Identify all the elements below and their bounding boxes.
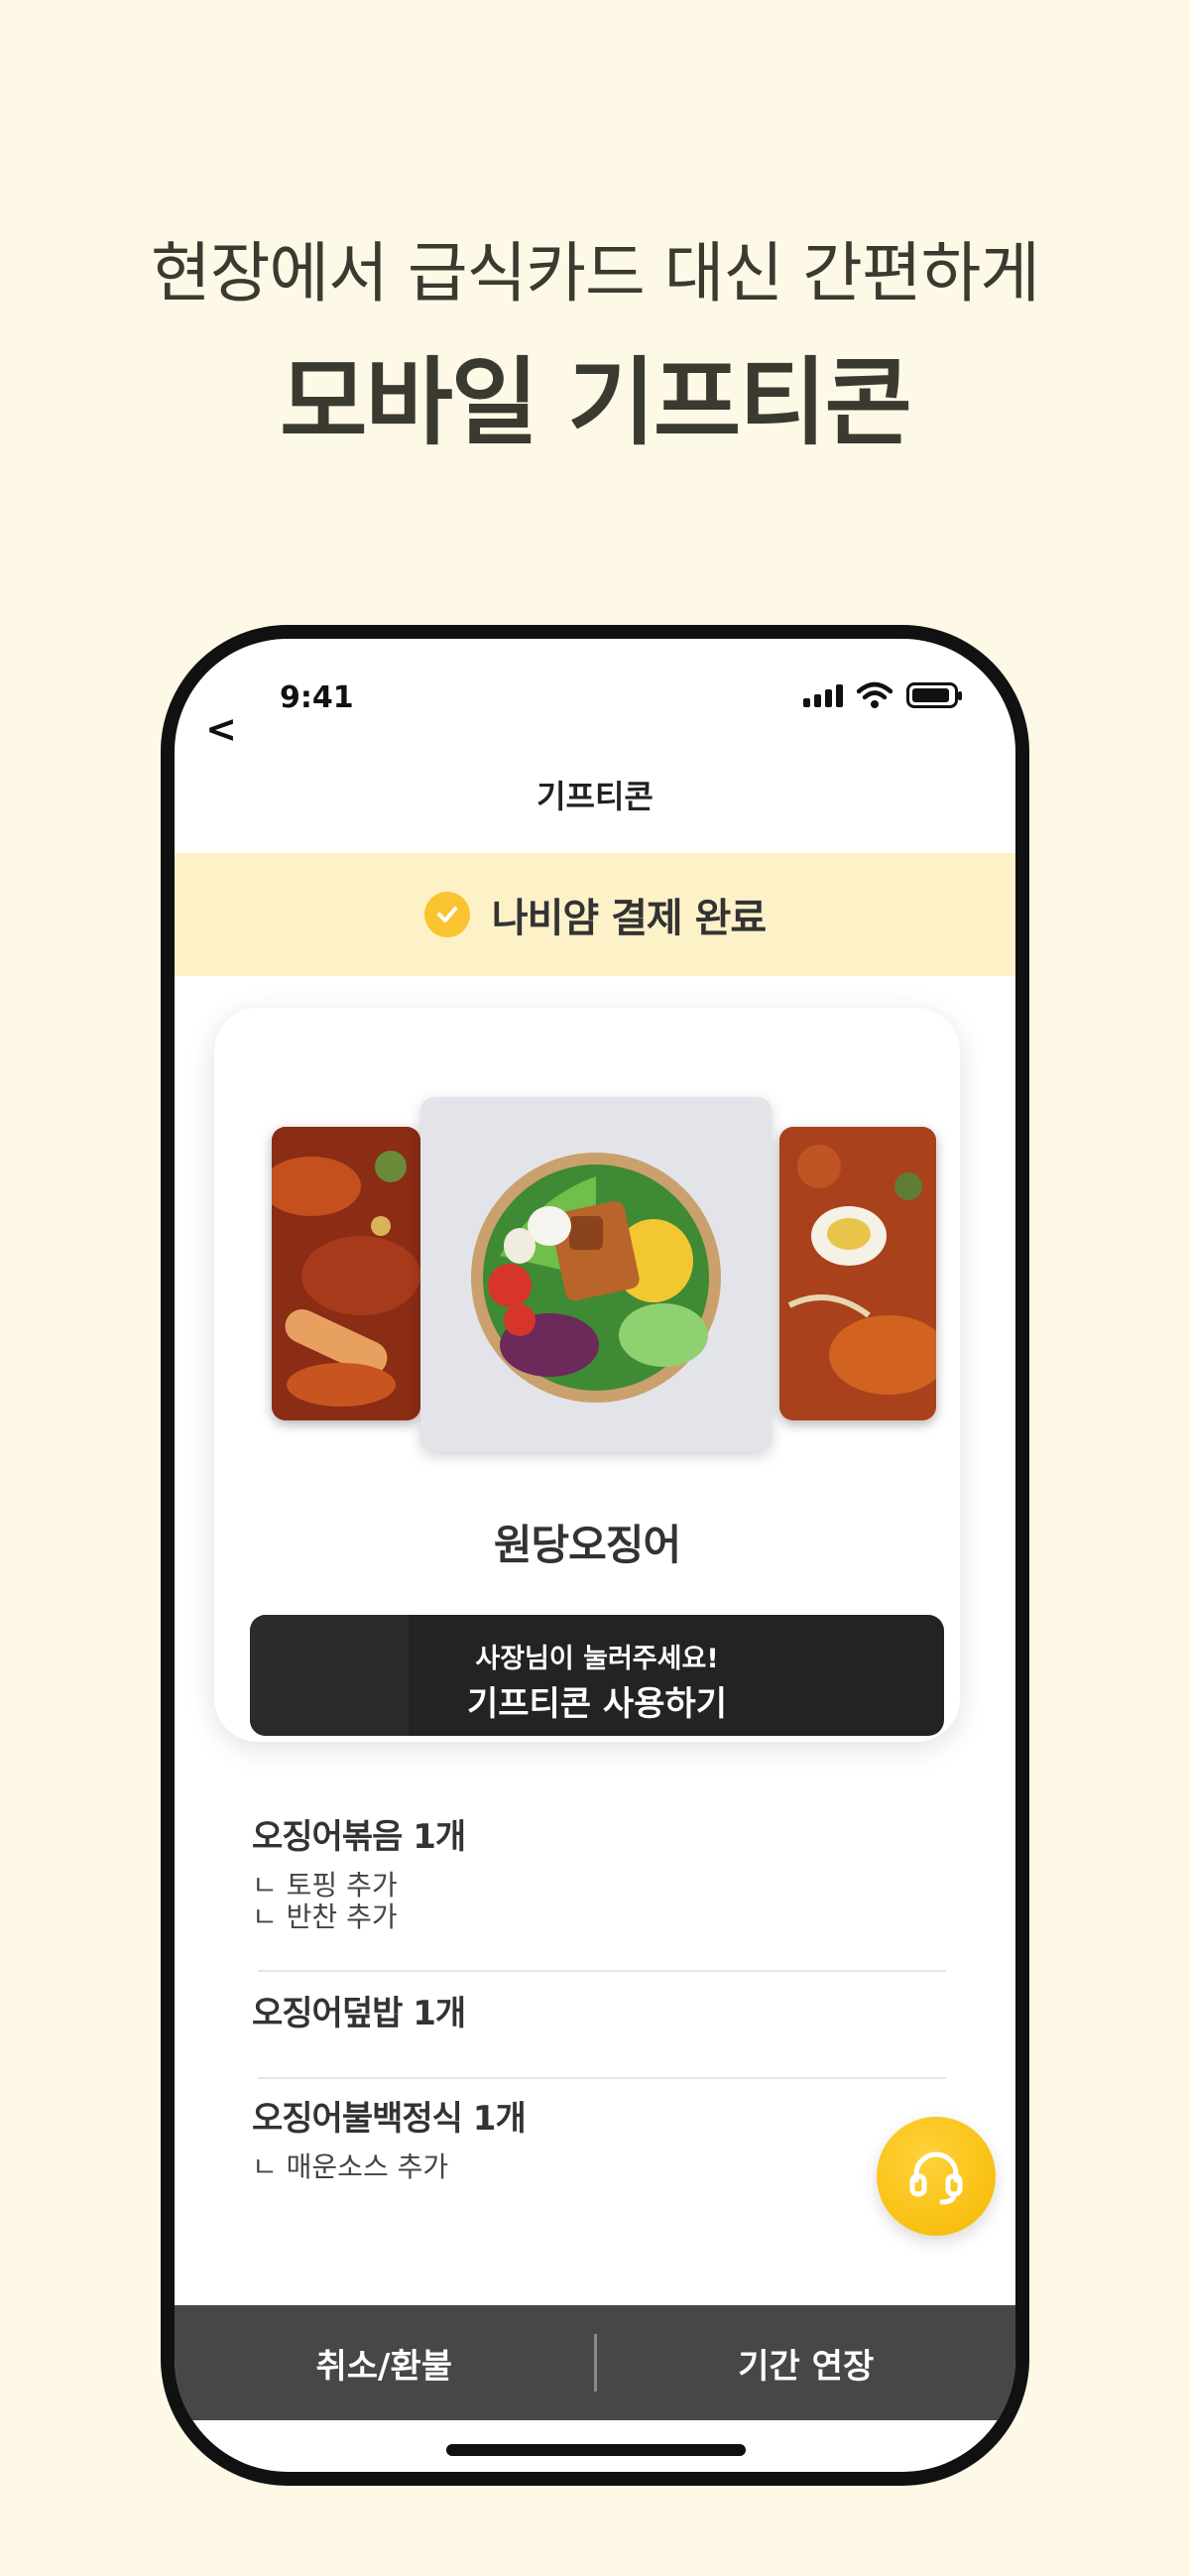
- headline-subtitle: 현장에서 급식카드 대신 간편하게: [150, 235, 1040, 311]
- divider: [258, 1970, 946, 1972]
- order-item-name: 오징어덮밥 1개: [252, 1994, 466, 2033]
- back-button[interactable]: <: [196, 704, 246, 754]
- order-item-name: 오징어불백정식 1개: [252, 2099, 527, 2139]
- status-icons: [803, 680, 962, 710]
- food-image-left[interactable]: [272, 1127, 420, 1420]
- battery-icon: [906, 682, 962, 708]
- order-item: 오징어불백정식 1개 ㄴ 매운소스 추가: [252, 2091, 946, 2183]
- bottom-action-bar: 취소/환불 기간 연장: [175, 2305, 1015, 2420]
- use-gifticon-button[interactable]: 사장님이 눌러주세요! 기프티콘 사용하기: [250, 1615, 944, 1736]
- store-name: 원당오징어: [493, 1521, 681, 1569]
- divider: [258, 2077, 946, 2079]
- payment-complete-banner: 나비얌 결제 완료: [175, 853, 1015, 976]
- use-button-label: 기프티콘 사용하기: [466, 1684, 728, 1724]
- food-image-right[interactable]: [779, 1127, 936, 1420]
- order-item-option: ㄴ 토핑 추가: [252, 1869, 398, 1901]
- gifticon-card: 원당오징어 사장님이 눌러주세요! 기프티콘 사용하기: [214, 1008, 960, 1742]
- cancel-refund-button[interactable]: 취소/환불: [175, 2339, 594, 2388]
- headline-title: 모바일 기프티콘: [280, 347, 912, 458]
- status-time: 9:41: [280, 680, 354, 715]
- use-button-hint: 사장님이 눌러주세요!: [475, 1644, 719, 1674]
- food-image-center[interactable]: [420, 1097, 772, 1452]
- page-title: 기프티콘: [536, 778, 654, 815]
- order-item-name: 오징어볶음 1개: [252, 1817, 466, 1857]
- extend-period-button[interactable]: 기간 연장: [597, 2339, 1016, 2388]
- check-circle-icon: [423, 892, 470, 937]
- order-item: 오징어덮밥 1개: [252, 1986, 946, 2034]
- signal-icon: [803, 683, 843, 707]
- order-item-option: ㄴ 반찬 추가: [252, 1901, 398, 1933]
- phone-screen: 9:41 < 기프티콘 나비얌 결제 완료 원당오징어 사장님이 눌러주세요! …: [175, 639, 1015, 2472]
- home-indicator[interactable]: [446, 2444, 746, 2456]
- wifi-icon: [857, 681, 892, 708]
- order-item-option: ㄴ 매운소스 추가: [252, 2150, 449, 2183]
- order-item: 오징어볶음 1개 ㄴ 토핑 추가 ㄴ 반찬 추가: [252, 1809, 946, 1933]
- headset-icon: [909, 2151, 963, 2205]
- banner-text: 나비얌 결제 완료: [491, 896, 767, 941]
- customer-support-button[interactable]: [877, 2117, 996, 2236]
- phone-frame: 9:41 < 기프티콘 나비얌 결제 완료 원당오징어 사장님이 눌러주세요! …: [161, 625, 1029, 2486]
